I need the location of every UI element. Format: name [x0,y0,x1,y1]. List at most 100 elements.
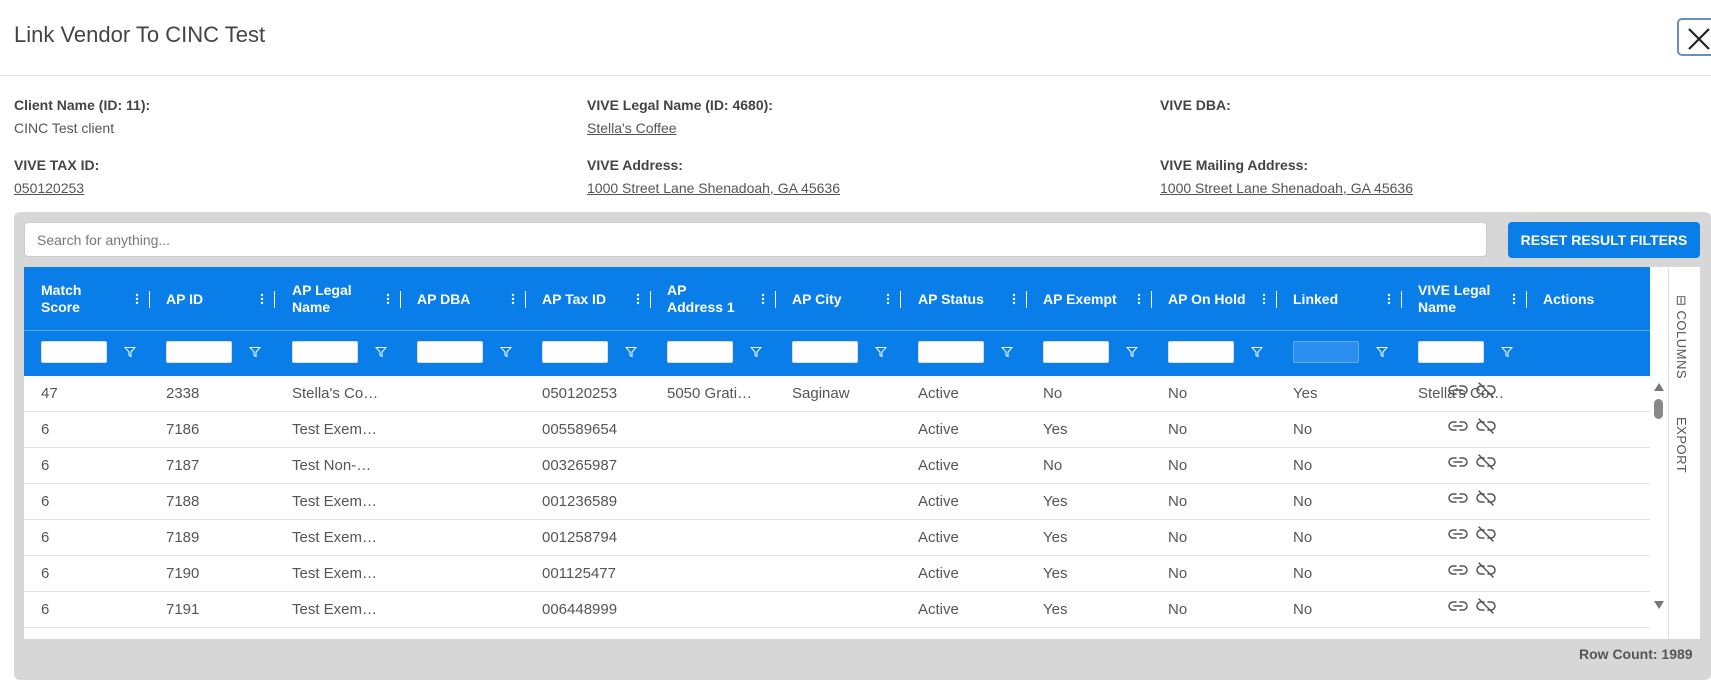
table-row[interactable]: 6 7191 Test Exem… 006448999 Active Yes No No [24,592,1650,628]
scroll-up-icon[interactable] [1653,382,1665,392]
unlink-icon[interactable] [1476,526,1496,542]
filter-input-ap-address-1[interactable] [667,341,733,363]
column-resize-handle[interactable] [650,291,651,308]
filter-icon[interactable] [249,346,261,358]
filter-icon[interactable] [750,346,762,358]
filter-input-vive-legal-name[interactable] [1418,341,1484,363]
scroll-thumb[interactable] [1654,399,1663,419]
column-menu-icon[interactable] [386,293,390,305]
column-menu-icon[interactable] [1512,293,1516,305]
link-icon[interactable] [1448,490,1468,506]
column-resize-handle[interactable] [525,291,526,308]
filter-input-ap-dba[interactable] [417,341,483,363]
table-row[interactable]: 6 7189 Test Exem… 001258794 Active Yes No No [24,520,1650,556]
column-header-ap-city[interactable]: AP City [792,267,870,331]
column-resize-handle[interactable] [400,291,401,308]
column-resize-handle[interactable] [775,291,776,308]
column-header-ap-on-hold[interactable]: AP On Hold [1168,267,1246,331]
column-menu-icon[interactable] [1387,293,1391,305]
link-icon[interactable] [1448,382,1468,398]
unlink-icon[interactable] [1476,454,1496,470]
cell-ap-status: Active [918,565,959,582]
filter-icon[interactable] [1126,346,1138,358]
filter-input-ap-status[interactable] [918,341,984,363]
row-count: Row Count: 1989 [1579,646,1693,662]
filter-icon[interactable] [1001,346,1013,358]
link-icon[interactable] [1448,526,1468,542]
table-row[interactable]: 6 7190 Test Exem… 001125477 Active Yes No No [24,556,1650,592]
scroll-down-icon[interactable] [1653,600,1665,610]
filter-input-ap-legal-name[interactable] [292,341,358,363]
link-icon[interactable] [1448,454,1468,470]
filter-icon[interactable] [1501,346,1513,358]
table-row[interactable]: 6 7186 Test Exem… 005589654 Active Yes No No [24,412,1650,448]
filter-input-linked[interactable] [1293,341,1359,363]
vive-address-link[interactable]: 1000 Street Lane Shenadoah, GA 45636 [587,180,840,196]
filter-icon[interactable] [625,346,637,358]
column-resize-handle[interactable] [1026,291,1027,308]
vive-tax-id-link[interactable]: 050120253 [14,180,99,196]
columns-tab[interactable]: ⊟ COLUMNS [1674,295,1689,379]
column-resize-handle[interactable] [900,291,901,308]
column-menu-icon[interactable] [260,293,264,305]
unlink-icon[interactable] [1476,490,1496,506]
column-header-match-score[interactable]: Match Score [41,267,119,331]
search-input[interactable] [24,222,1487,257]
table-row[interactable]: 47 2338 Stella's Co… 050120253 5050 Grati… Sa… [24,376,1650,412]
column-menu-icon[interactable] [886,293,890,305]
unlink-icon[interactable] [1476,418,1496,434]
column-header-label: Linked [1293,290,1339,307]
column-resize-handle[interactable] [274,291,275,308]
column-header-ap-address-1[interactable]: AP Address 1 [667,267,745,331]
column-menu-icon[interactable] [1012,293,1016,305]
filter-input-ap-city[interactable] [792,341,858,363]
unlink-icon[interactable] [1476,382,1496,398]
filter-input-ap-exempt[interactable] [1043,341,1109,363]
column-header-actions[interactable]: Actions [1543,267,1621,331]
table-row[interactable]: 6 7187 Test Non-… 003265987 Active No No No [24,448,1650,484]
column-resize-handle[interactable] [1151,291,1152,308]
vertical-scrollbar[interactable] [1650,376,1668,639]
column-header-ap-exempt[interactable]: AP Exempt [1043,267,1121,331]
filter-icon[interactable] [875,346,887,358]
filter-icon[interactable] [124,346,136,358]
reset-filters-button[interactable]: RESET RESULT FILTERS [1508,222,1700,258]
column-resize-handle[interactable] [1526,291,1527,308]
filter-icon[interactable] [1251,346,1263,358]
filter-input-match-score[interactable] [41,341,107,363]
column-header-ap-status[interactable]: AP Status [918,267,996,331]
column-resize-handle[interactable] [1651,291,1652,308]
unlink-icon[interactable] [1476,598,1496,614]
close-button[interactable] [1677,18,1711,56]
column-header-vive-legal-name[interactable]: VIVE Legal Name [1418,267,1496,331]
vive-mailing-address-link[interactable]: 1000 Street Lane Shenadoah, GA 45636 [1160,180,1413,196]
vive-legal-name-link[interactable]: Stella's Coffee [587,120,773,136]
unlink-icon[interactable] [1476,562,1496,578]
link-icon[interactable] [1448,598,1468,614]
filter-input-ap-tax-id[interactable] [542,341,608,363]
filter-icon[interactable] [500,346,512,358]
table-row[interactable]: 6 7188 Test Exem… 001236589 Active Yes No No [24,484,1650,520]
column-menu-icon[interactable] [135,293,139,305]
filter-input-ap-id[interactable] [166,341,232,363]
column-header-ap-legal-name[interactable]: AP Legal Name [292,267,370,331]
filter-icon[interactable] [375,346,387,358]
column-header-ap-id[interactable]: AP ID [166,267,244,331]
column-menu-icon[interactable] [511,293,515,305]
column-header-ap-dba[interactable]: AP DBA [417,267,495,331]
link-icon[interactable] [1448,418,1468,434]
column-menu-icon[interactable] [761,293,765,305]
column-resize-handle[interactable] [1276,291,1277,308]
filter-icon[interactable] [1376,346,1388,358]
export-tab[interactable]: EXPORT [1674,417,1689,473]
column-resize-handle[interactable] [149,291,150,308]
column-menu-icon[interactable] [1137,293,1141,305]
column-resize-handle[interactable] [1401,291,1402,308]
column-header-ap-tax-id[interactable]: AP Tax ID [542,267,620,331]
grid-body[interactable]: 47 2338 Stella's Co… 050120253 5050 Grati… Sa… [24,376,1650,639]
column-menu-icon[interactable] [1262,293,1266,305]
column-header-linked[interactable]: Linked [1293,267,1371,331]
link-icon[interactable] [1448,562,1468,578]
column-menu-icon[interactable] [636,293,640,305]
filter-input-ap-on-hold[interactable] [1168,341,1234,363]
